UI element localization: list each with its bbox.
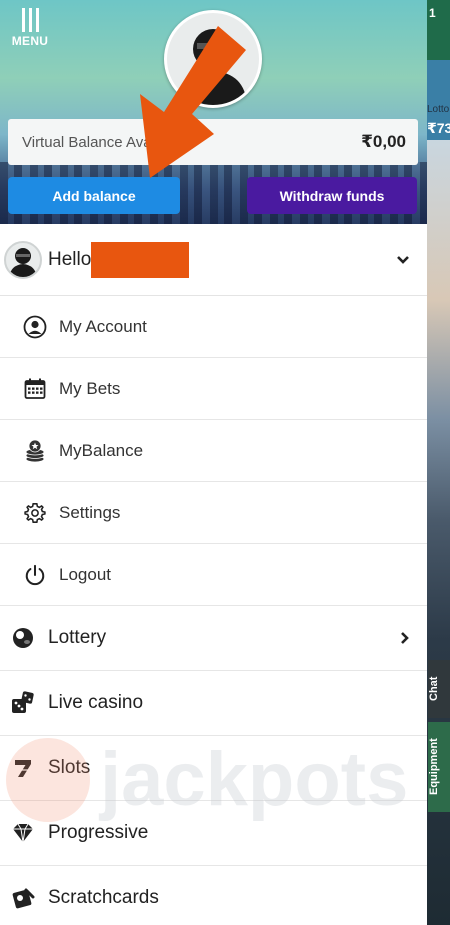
- power-icon: [22, 562, 48, 588]
- menu-item-label: Live casino: [48, 692, 144, 713]
- menu-item-label: Lottery: [48, 627, 107, 648]
- redacted-username: [91, 241, 190, 278]
- user-circle-icon: [22, 314, 48, 340]
- menu-item-label: Scratchcards: [48, 887, 159, 908]
- bg-number: 1: [429, 6, 436, 20]
- virtual-balance-box: Virtual Balance Available ₹0,00: [8, 119, 418, 165]
- navigation-drawer: MENU Virtual Balance Available ₹0,00 Add…: [0, 0, 427, 925]
- withdraw-funds-button[interactable]: Withdraw funds: [247, 177, 417, 214]
- menu-item-label: Settings: [59, 502, 121, 522]
- menu-button[interactable]: MENU: [10, 8, 50, 48]
- seven-icon: [10, 755, 36, 781]
- menu-item-slots[interactable]: Slots: [0, 736, 427, 801]
- menu-icon: [10, 8, 50, 34]
- user-silhouette-icon: [179, 29, 247, 105]
- gem-icon: [10, 820, 36, 846]
- chevron-right-icon: [397, 630, 413, 646]
- menu-item-logout[interactable]: Logout: [0, 544, 427, 606]
- menu-item-label: My Bets: [59, 378, 121, 398]
- virtual-balance-label: Virtual Balance Available: [22, 133, 187, 151]
- gear-icon: [22, 500, 48, 526]
- menu-item-progressive[interactable]: Progressive: [0, 801, 427, 866]
- menu-item-my-account[interactable]: My Account: [0, 296, 427, 358]
- calendar-icon: [22, 376, 48, 402]
- menu-item-scratchcards[interactable]: Scratchcards: [0, 866, 427, 925]
- menu-label: MENU: [11, 34, 49, 48]
- user-silhouette-small-icon: [9, 247, 37, 277]
- profile-avatar[interactable]: [164, 10, 262, 108]
- menu-item-label: MyBalance: [59, 440, 144, 460]
- virtual-balance-value: ₹0,00: [361, 132, 406, 151]
- menu-item-live-casino[interactable]: Live casino: [0, 671, 427, 736]
- menu-item-label: Logout: [59, 564, 111, 584]
- drawer-header: MENU Virtual Balance Available ₹0,00 Add…: [0, 0, 427, 224]
- user-greeting-row[interactable]: Hello: [0, 224, 427, 296]
- bg-lotto-label: Lotto: [427, 104, 450, 115]
- menu-item-mybalance[interactable]: MyBalance: [0, 420, 427, 482]
- menu-item-label: My Account: [59, 316, 147, 336]
- menu-item-settings[interactable]: Settings: [0, 482, 427, 544]
- lottery-ball-icon: [10, 625, 36, 651]
- coin-stack-icon: [22, 438, 48, 464]
- chat-tab[interactable]: Chat: [428, 660, 450, 718]
- user-avatar: [4, 240, 42, 279]
- screen: 1 Lotto ₹73 Chat Equipment MENU Virtual …: [0, 0, 450, 925]
- add-balance-button[interactable]: Add balance: [8, 177, 180, 214]
- bg-price: ₹73: [427, 120, 450, 136]
- menu-item-label: Progressive: [48, 822, 149, 843]
- menu-item-my-bets[interactable]: My Bets: [0, 358, 427, 420]
- greeting-text: Hello: [48, 248, 92, 270]
- menu-item-lottery[interactable]: Lottery: [0, 606, 427, 671]
- chevron-down-icon[interactable]: [391, 248, 415, 272]
- equipment-tab[interactable]: Equipment: [428, 722, 450, 812]
- dice-icon: [10, 690, 36, 716]
- menu-item-label: Slots: [48, 757, 91, 778]
- scratchcard-icon: [10, 885, 36, 911]
